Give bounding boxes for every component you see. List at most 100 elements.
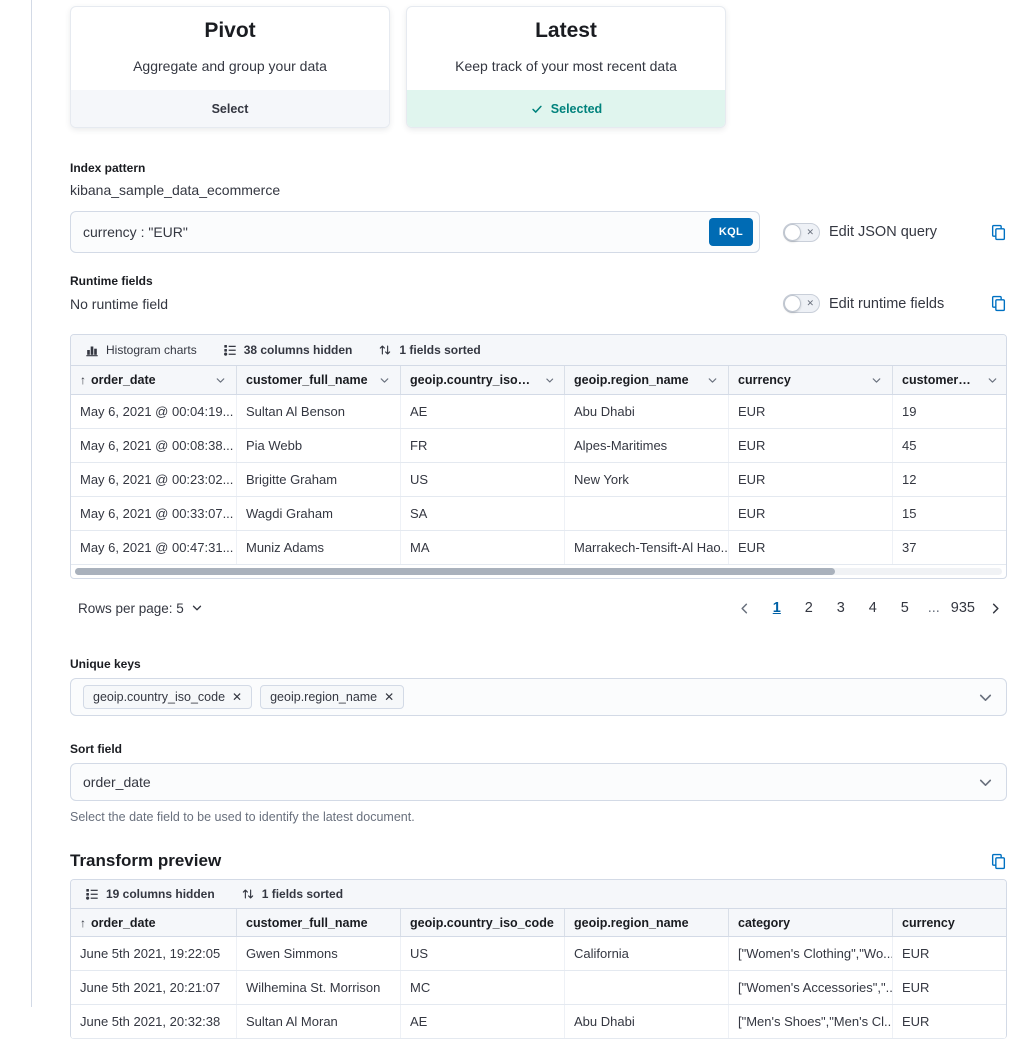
cell-country-iso-code: US xyxy=(401,463,565,496)
table-row[interactable]: May 6, 2021 @ 00:47:31... Muniz Adams MA… xyxy=(71,531,1006,565)
rows-per-page-button[interactable]: Rows per page: 5 xyxy=(70,601,204,616)
page-number-3[interactable]: 3 xyxy=(829,595,853,621)
column-header-customer-full-name[interactable]: customer_full_name xyxy=(237,366,401,394)
page-number-last[interactable]: 935 xyxy=(951,595,975,621)
page-number-2[interactable]: 2 xyxy=(797,595,821,621)
columns-hidden-button[interactable]: 19 columns hidden xyxy=(85,887,215,901)
column-header-customer-id[interactable]: customer_id xyxy=(893,366,1007,394)
toggle-off-icon: ✕ xyxy=(806,299,814,308)
copy-query-icon[interactable] xyxy=(990,224,1007,241)
table-row[interactable]: May 6, 2021 @ 00:23:02... Brigitte Graha… xyxy=(71,463,1006,497)
fields-sorted-button[interactable]: 1 fields sorted xyxy=(241,887,343,901)
table-row[interactable]: May 6, 2021 @ 00:04:19... Sultan Al Bens… xyxy=(71,395,1006,429)
column-header-customer-full-name[interactable]: customer_full_name xyxy=(237,909,401,936)
chevron-down-icon[interactable] xyxy=(870,374,883,387)
sort-ascending-icon: ↑ xyxy=(80,916,86,930)
cell-customer-full-name: Muniz Adams xyxy=(237,531,401,564)
table-row[interactable]: May 6, 2021 @ 00:33:07... Wagdi Graham S… xyxy=(71,497,1006,531)
cell-customer-full-name: Pia Webb xyxy=(237,429,401,462)
cell-currency: EUR xyxy=(729,531,893,564)
cell-customer-full-name: Gwen Simmons xyxy=(237,937,401,970)
unique-key-pill[interactable]: geoip.country_iso_code ✕ xyxy=(83,685,252,709)
pivot-card[interactable]: Pivot Aggregate and group your data Sele… xyxy=(70,6,390,128)
edit-json-label[interactable]: Edit JSON query xyxy=(829,224,937,240)
grid-pager-row: Rows per page: 5 1 2 3 4 5 ... 935 xyxy=(70,590,1007,626)
chevron-down-icon[interactable] xyxy=(544,374,556,387)
table-row[interactable]: June 5th 2021, 20:21:07 Wilhemina St. Mo… xyxy=(71,971,1006,1005)
column-header-currency[interactable]: currency xyxy=(893,909,1007,936)
column-header-country-iso-code[interactable]: geoip.country_iso_co... xyxy=(401,366,565,394)
transform-wizard-page: Pivot Aggregate and group your data Sele… xyxy=(70,0,1007,1039)
sort-field-select[interactable]: order_date xyxy=(70,763,1007,801)
pagination: 1 2 3 4 5 ... 935 xyxy=(733,595,1007,621)
chevron-down-icon[interactable] xyxy=(706,374,719,387)
column-header-category[interactable]: category xyxy=(729,909,893,936)
sort-field-help-text: Select the date field to be used to iden… xyxy=(70,810,1007,824)
cell-customer-id: 19 xyxy=(893,395,1007,428)
page-number-1[interactable]: 1 xyxy=(765,595,789,621)
horizontal-scrollbar xyxy=(71,565,1006,578)
edit-runtime-controls: ✕ Edit runtime fields xyxy=(760,294,1007,313)
cell-category: ["Men's Shoes","Men's Cl... xyxy=(729,1005,893,1038)
edit-json-toggle[interactable]: ✕ xyxy=(783,223,820,242)
pivot-select-button[interactable]: Select xyxy=(71,90,389,127)
pivot-card-description: Aggregate and group your data xyxy=(71,58,389,74)
kql-language-button[interactable]: KQL xyxy=(709,218,753,246)
runtime-fields-row: No runtime field ✕ Edit runtime fields xyxy=(70,294,1007,313)
toggle-off-icon: ✕ xyxy=(806,228,814,237)
column-header-order-date[interactable]: ↑ order_date xyxy=(71,366,237,394)
sort-field-label: Sort field xyxy=(70,742,1007,756)
cell-country-iso-code: AE xyxy=(401,1005,565,1038)
previous-page-button[interactable] xyxy=(733,595,757,621)
fields-sorted-button[interactable]: 1 fields sorted xyxy=(378,343,480,357)
remove-pill-icon[interactable]: ✕ xyxy=(384,691,394,703)
chevron-down-icon[interactable] xyxy=(378,374,391,387)
toggle-thumb xyxy=(784,295,801,312)
runtime-fields-label: Runtime fields xyxy=(70,274,1007,288)
remove-pill-icon[interactable]: ✕ xyxy=(232,691,242,703)
query-input[interactable] xyxy=(83,224,709,240)
chevron-down-icon[interactable] xyxy=(977,689,994,706)
cell-country-iso-code: AE xyxy=(401,395,565,428)
edit-runtime-toggle[interactable]: ✕ xyxy=(783,294,820,313)
histogram-charts-button[interactable]: Histogram charts xyxy=(85,343,197,357)
column-header-region-name[interactable]: geoip.region_name xyxy=(565,366,729,394)
latest-card-description: Keep track of your most recent data xyxy=(407,58,725,74)
cell-currency: EUR xyxy=(729,395,893,428)
chevron-down-icon[interactable] xyxy=(214,374,227,387)
cell-order-date: May 6, 2021 @ 00:08:38... xyxy=(71,429,237,462)
column-header-country-iso-code[interactable]: geoip.country_iso_code xyxy=(401,909,565,936)
cell-region-name xyxy=(565,971,729,1004)
page-number-5[interactable]: 5 xyxy=(893,595,917,621)
table-row[interactable]: June 5th 2021, 20:32:38 Sultan Al Moran … xyxy=(71,1005,1006,1039)
chevron-down-icon[interactable] xyxy=(986,374,999,387)
unique-keys-combobox[interactable]: geoip.country_iso_code ✕ geoip.region_na… xyxy=(70,678,1007,716)
column-header-currency[interactable]: currency xyxy=(729,366,893,394)
scrollbar-track[interactable] xyxy=(75,568,1002,575)
source-grid-toolbar: Histogram charts 38 columns hidden 1 fie… xyxy=(71,335,1006,366)
transform-preview-header: Transform preview xyxy=(70,851,1007,871)
cell-country-iso-code: FR xyxy=(401,429,565,462)
page-number-4[interactable]: 4 xyxy=(861,595,885,621)
latest-selected-button[interactable]: Selected xyxy=(407,90,725,127)
copy-preview-icon[interactable] xyxy=(990,853,1007,870)
copy-runtime-icon[interactable] xyxy=(990,295,1007,312)
transform-preview-title: Transform preview xyxy=(70,851,221,871)
latest-card[interactable]: Latest Keep track of your most recent da… xyxy=(406,6,726,128)
scrollbar-thumb[interactable] xyxy=(75,568,835,575)
column-header-order-date[interactable]: ↑ order_date xyxy=(71,909,237,936)
check-icon xyxy=(530,102,544,116)
cell-customer-full-name: Sultan Al Moran xyxy=(237,1005,401,1038)
columns-icon xyxy=(85,887,99,901)
table-row[interactable]: June 5th 2021, 19:22:05 Gwen Simmons US … xyxy=(71,937,1006,971)
column-header-region-name[interactable]: geoip.region_name xyxy=(565,909,729,936)
columns-hidden-button[interactable]: 38 columns hidden xyxy=(223,343,353,357)
next-page-button[interactable] xyxy=(983,595,1007,621)
query-bar[interactable]: KQL xyxy=(70,211,760,253)
sort-fields-icon xyxy=(378,343,392,357)
edit-runtime-label[interactable]: Edit runtime fields xyxy=(829,296,944,312)
cell-country-iso-code: MA xyxy=(401,531,565,564)
unique-key-pill[interactable]: geoip.region_name ✕ xyxy=(260,685,404,709)
table-row[interactable]: May 6, 2021 @ 00:08:38... Pia Webb FR Al… xyxy=(71,429,1006,463)
pivot-card-title: Pivot xyxy=(71,19,389,43)
